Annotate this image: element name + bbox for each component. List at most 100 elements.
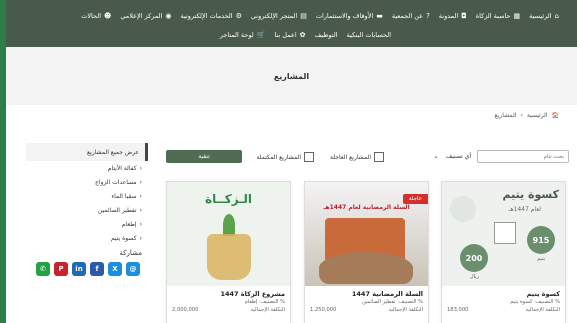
share-x-icon[interactable]: X (108, 262, 122, 276)
stalled-projects-checkbox[interactable]: المشاريع العاجلة (330, 152, 384, 162)
breadcrumb-home[interactable]: الرئيسية (527, 112, 548, 119)
card-image-title: كسوة يتيم (502, 188, 559, 201)
nav-home[interactable]: ⌂ الرئيسية (529, 12, 559, 20)
nav-blog[interactable]: ◘ المدونة (439, 12, 467, 20)
project-image: السلة الرمضانية لعام 1447هـ عاجلة (305, 182, 428, 286)
project-image: الـزكــاة (167, 182, 290, 286)
sidebar-item[interactable]: ‹ سقيا الماء (26, 189, 148, 203)
share-linkedin-icon[interactable]: in (72, 262, 86, 276)
nav-e-services[interactable]: ⚙ الخدمات الإلكترونية (181, 12, 242, 20)
nav-work-with-us[interactable]: ✿ اعمل بنا (274, 31, 305, 39)
completed-checkbox-box[interactable] (304, 152, 314, 162)
nav-label: عن الجمعية (391, 12, 424, 20)
nav-label: التوظيف (314, 31, 338, 39)
search-input[interactable] (477, 150, 569, 163)
nav-bank-accounts[interactable]: الحسابات البنكية (347, 31, 391, 39)
project-title[interactable]: السلة الرمضانية 1447 (305, 286, 428, 298)
project-image: كسوة يتيم لعام 1447هـ 915 يتيم 200 ريال (442, 182, 565, 286)
nav-label: لوحة المتاجر (219, 31, 254, 39)
sidebar-item[interactable]: ‹ تفطير الصائمين (26, 203, 148, 217)
project-title[interactable]: مشروع الزكاة 1447 (167, 286, 290, 298)
share-pinterest-icon[interactable]: P (54, 262, 68, 276)
chevron-left-icon: ‹ (139, 206, 142, 214)
decor-flower (450, 196, 476, 222)
completed-label: المشاريع المكتملة (256, 153, 301, 161)
cost-value: 183,000 (447, 307, 469, 313)
sidebar-item[interactable]: ‹ كسوة يتيم (26, 231, 148, 245)
completed-projects-checkbox[interactable]: المشاريع المكتملة (256, 152, 314, 162)
card-image-title: السلة الرمضانية لعام 1447هـ (323, 204, 410, 211)
plant-icon (223, 214, 235, 236)
nav-media-center[interactable]: ◉ المركز الإعلامي (120, 12, 171, 20)
sidebar-item[interactable]: ‹ كفالة الأيتام (26, 161, 148, 175)
nav-jobs[interactable]: التوظيف (315, 31, 338, 39)
nav-row-primary: ⌂ الرئيسية ▦ حاسبة الزكاة ◘ المدونة ? عن الجمعي… (81, 12, 559, 20)
nav-label: الخدمات الإلكترونية (180, 12, 233, 20)
project-cost: التكلفة الإجمالية 2,000,000 (167, 306, 290, 314)
nav-e-store[interactable]: ▤ المتجر الإلكتروني (251, 12, 307, 20)
share-whatsapp-icon[interactable]: ✆ (36, 262, 50, 276)
project-category: % التصنيف: كسوة يتيم (442, 298, 565, 306)
project-title[interactable]: كسوة يتيم (442, 286, 565, 298)
nav-label: المدونة (438, 12, 459, 20)
nav-label: الحالات (81, 12, 102, 20)
filter-bar: أي تصنيف ⌄ المشاريع العاجلة المشاريع الم… (166, 149, 569, 171)
chevron-left-icon: ‹ (139, 178, 142, 186)
share-facebook-icon[interactable]: f (90, 262, 104, 276)
unit-price: 200 (460, 244, 488, 272)
project-category: % التصنيف: تفطير الصائمين (305, 298, 428, 306)
stalled-checkbox-box[interactable] (374, 152, 384, 162)
coin-jar-image (207, 234, 251, 280)
project-card-ramadan-basket[interactable]: السلة الرمضانية لعام 1447هـ عاجلة السلة … (304, 181, 429, 323)
cost-label: التكلفة الإجمالية (250, 307, 285, 313)
zakat-calculator-icon: ▦ (513, 12, 521, 20)
project-card-orphan-clothing[interactable]: كسوة يتيم لعام 1447هـ 915 يتيم 200 ريال … (441, 181, 566, 323)
category-chevron-down-icon[interactable]: ⌄ (433, 152, 439, 160)
share-email-icon[interactable]: @ (126, 262, 140, 276)
sidebar-all-projects[interactable]: عرض جميع المشاريع (26, 143, 148, 161)
nav-zakat-calculator[interactable]: ▦ حاسبة الزكاة (476, 12, 520, 20)
project-category: % التصنيف: إطعام (167, 298, 290, 306)
chevron-left-icon: ‹ (139, 164, 142, 172)
cost-label: التكلفة الإجمالية (525, 307, 560, 313)
breadcrumb-home-icon: 🏠 (551, 112, 559, 119)
breadcrumb-separator: › (520, 112, 523, 119)
chevron-left-icon: ‹ (139, 220, 142, 228)
card-image-subtitle: لعام 1447هـ (508, 206, 541, 213)
stores-board-icon: 🛒 (256, 31, 266, 39)
cases-icon: ☻ (104, 12, 112, 20)
project-cost: التكلفة الإجمالية 183,000 (442, 306, 565, 314)
hands-image (319, 252, 413, 284)
nav-label: الأوقاف والاستثمارات (315, 12, 374, 20)
nav-label: المتجر الإلكتروني (250, 12, 298, 20)
category-text: % التصنيف: تفطير الصائمين (361, 299, 423, 305)
sidebar-item-label: كفالة الأيتام (107, 164, 137, 172)
stalled-label: المشاريع العاجلة (330, 153, 371, 161)
nav-stores-board[interactable]: 🛒 لوحة المتاجر (220, 31, 266, 39)
media-center-icon: ◉ (165, 12, 172, 20)
sidebar-item[interactable]: ‹ إطعام (26, 217, 148, 231)
nav-row-secondary: الحسابات البنكية التوظيف ✿ اعمل بنا 🛒 لوحة ال… (220, 31, 391, 39)
project-card-zakat[interactable]: الـزكــاة مشروع الزكاة 1447 % التصنيف: إ… (166, 181, 291, 323)
apply-filter-button[interactable]: تنقية (166, 150, 242, 163)
sidebar-item-label: سقيا الماء (111, 192, 137, 200)
nav-endowments[interactable]: ▬ الأوقاف والاستثمارات (316, 12, 383, 20)
card-image-title: الـزكــاة (205, 192, 252, 206)
nav-about[interactable]: ? عن الجمعية (392, 12, 430, 20)
sidebar-item-label: مساعدات الزواج (95, 178, 137, 186)
cost-value: 2,000,000 (172, 307, 199, 313)
e-services-icon: ⚙ (235, 12, 242, 20)
share-buttons: ✆ Pin f X @ (26, 262, 148, 276)
main-content: 🏠 الرئيسية › المشاريع أي تصنيف ⌄ المشاري… (6, 105, 577, 323)
e-store-icon: ▤ (300, 12, 307, 20)
unit-price-currency: ريال (470, 274, 479, 280)
nav-label: الحسابات البنكية (346, 31, 391, 39)
project-cost: التكلفة الإجمالية 1,250,000 (305, 306, 428, 314)
cost-value: 1,250,000 (310, 307, 337, 313)
blog-icon: ◘ (461, 12, 467, 20)
sidebar-item[interactable]: ‹ مساعدات الزواج (26, 175, 148, 189)
nav-cases[interactable]: ☻ الحالات (81, 12, 111, 20)
sidebar-item-label: إطعام (121, 220, 137, 228)
top-navigation: ⌂ الرئيسية ▦ حاسبة الزكاة ◘ المدونة ? عن الجمعي… (6, 0, 577, 47)
home-icon: ⌂ (554, 12, 559, 20)
